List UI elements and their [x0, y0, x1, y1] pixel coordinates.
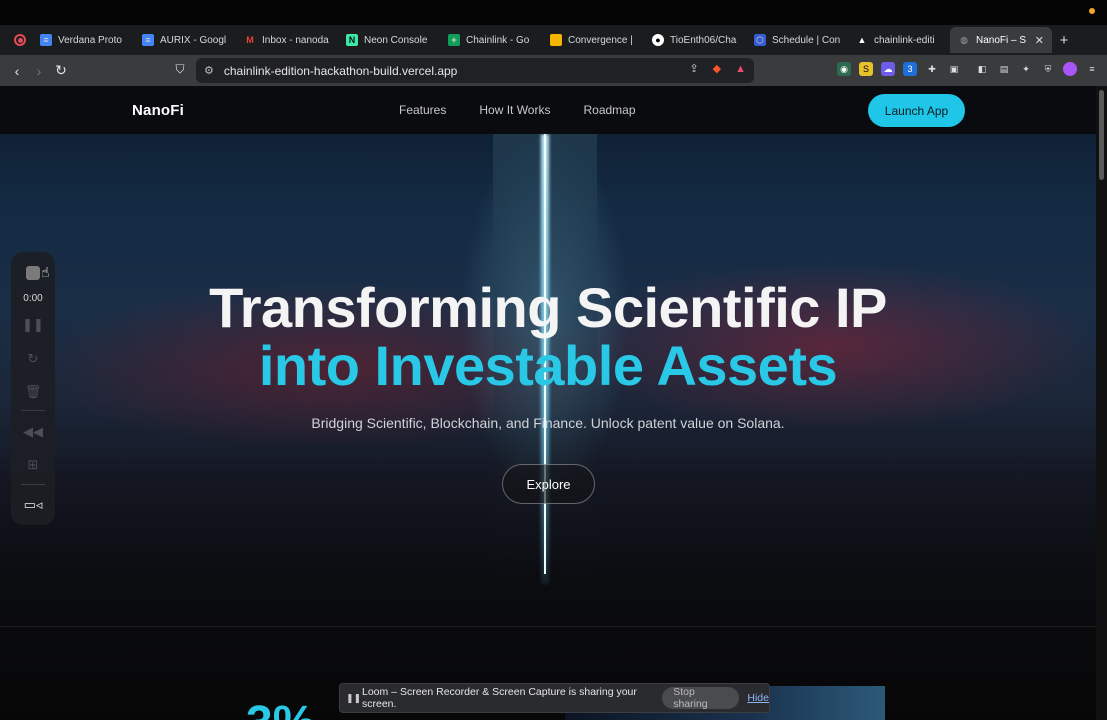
rewind-icon[interactable]: ◀◀: [11, 424, 55, 440]
tab-neon-console[interactable]: N Neon Console: [338, 27, 440, 53]
screen-sharing-banner: ❚❚ Loom – Screen Recorder & Screen Captu…: [339, 683, 770, 713]
new-tab-button[interactable]: +: [1052, 32, 1076, 49]
scrollbar-thumb[interactable]: [1099, 90, 1104, 180]
globe-icon: ◍: [960, 34, 968, 45]
github-icon: ●: [652, 34, 664, 46]
hero-subtitle: Bridging Scientific, Blockchain, and Fin…: [311, 415, 785, 431]
gmail-icon: M: [246, 35, 254, 45]
loom-control-panel: ☝ 0:00 ❚❚ ↻ 🗑 ◀◀ ⊞ ▭◃: [11, 252, 55, 525]
sidebar-toggle-icon[interactable]: ◧: [975, 62, 989, 76]
tab-verdana[interactable]: ≡ Verdana Proto: [32, 27, 134, 53]
back-icon[interactable]: ‹: [6, 63, 28, 79]
section-divider: [0, 626, 1096, 627]
stop-recording-button[interactable]: [26, 266, 40, 280]
google-slides-icon: [550, 34, 562, 46]
nav-how-it-works-link[interactable]: How It Works: [479, 103, 550, 117]
google-sheets-icon: +: [448, 34, 460, 46]
grid-icon[interactable]: ⊞: [11, 457, 55, 473]
chainlink-icon: ⬡: [754, 34, 766, 46]
site-logo[interactable]: NanoFi: [132, 102, 184, 119]
tab-chainlink-sheet[interactable]: + Chainlink - Go: [440, 27, 542, 53]
tab-github[interactable]: ● TioEnth06/Cha: [644, 27, 746, 53]
url-text: chainlink-edition-hackathon-build.vercel…: [223, 63, 458, 78]
stat-percentage: 3%: [246, 696, 315, 720]
explore-button[interactable]: Explore: [502, 464, 595, 504]
stop-sharing-button[interactable]: Stop sharing: [662, 686, 740, 710]
google-docs-icon: ≡: [142, 34, 154, 46]
recording-timer: 0:00: [23, 293, 43, 304]
extensions-puzzle-icon[interactable]: ✚: [925, 62, 939, 76]
vercel-icon: ▲: [857, 35, 867, 45]
window-title-bar: [0, 0, 1107, 25]
screenshot-icon[interactable]: ▣: [947, 62, 961, 76]
tab-convergence[interactable]: Convergence |: [542, 27, 644, 53]
pause-icon[interactable]: ❚❚: [11, 317, 55, 333]
extension-3-icon[interactable]: ☁: [881, 62, 895, 76]
loom-separator: [21, 410, 45, 411]
hide-banner-link[interactable]: Hide: [747, 692, 769, 704]
forward-icon[interactable]: ›: [28, 63, 50, 79]
hero-heading-line1: Transforming Scientific IP: [209, 276, 887, 339]
camera-icon[interactable]: ▭◃: [11, 497, 55, 513]
reload-icon[interactable]: ↻: [50, 62, 72, 79]
brave-rewards-icon[interactable]: ▲: [735, 63, 746, 75]
hand-cursor-icon: ☝: [41, 264, 50, 280]
web-page: NanoFi Features How It Works Roadmap Lau…: [0, 86, 1107, 720]
bookmark-icon[interactable]: ⛉: [169, 62, 191, 77]
close-tab-icon[interactable]: ✕: [1035, 34, 1044, 47]
delete-icon[interactable]: 🗑: [11, 384, 55, 400]
sharing-message: Loom – Screen Recorder & Screen Capture …: [362, 686, 637, 710]
google-docs-icon: ≡: [40, 34, 52, 46]
tab-nanofi[interactable]: ◍ NanoFi – S ✕: [950, 27, 1052, 53]
address-bar[interactable]: ⚙ chainlink-edition-hackathon-build.verc…: [196, 58, 754, 83]
extension-2-icon[interactable]: S: [859, 62, 873, 76]
site-navbar: NanoFi Features How It Works Roadmap Lau…: [0, 86, 1096, 134]
vpn-icon[interactable]: ⛨: [1041, 62, 1055, 76]
recording-indicator-dot: [1089, 8, 1095, 14]
tab-inbox[interactable]: M Inbox - nanoda: [236, 27, 338, 53]
tab-aurix[interactable]: ≡ AURIX - Googl: [134, 27, 236, 53]
launch-app-button[interactable]: Launch App: [868, 94, 965, 127]
loom-separator: [21, 484, 45, 485]
wallet-icon[interactable]: ▤: [997, 62, 1011, 76]
extension-4-icon[interactable]: 3: [903, 62, 917, 76]
browser-toolbar: ‹ › ↻ ⛉ ⚙ chainlink-edition-hackathon-bu…: [0, 55, 1107, 86]
restart-icon[interactable]: ↻: [11, 351, 55, 367]
tab-strip: ≡ Verdana Proto ≡ AURIX - Googl M Inbox …: [0, 25, 1107, 55]
brave-shields-icon[interactable]: ◆: [713, 62, 721, 75]
extensions-bar: ◉ S ☁ 3 ✚ ▣ ◧ ▤ ✦ ⛨ ≡: [837, 62, 1099, 76]
leo-ai-icon[interactable]: ✦: [1019, 62, 1033, 76]
profile-avatar-icon[interactable]: [1063, 62, 1077, 76]
loom-recording-icon[interactable]: [8, 34, 32, 46]
nav-roadmap-link[interactable]: Roadmap: [583, 103, 635, 117]
hero-heading-line2: into Investable Assets: [258, 334, 838, 397]
page-scrollbar[interactable]: [1096, 86, 1107, 720]
site-nav-links: Features How It Works Roadmap: [399, 103, 636, 117]
tab-schedule[interactable]: ⬡ Schedule | Con: [746, 27, 848, 53]
site-settings-icon[interactable]: ⚙: [204, 64, 214, 77]
tab-chainlink-edition[interactable]: ▲ chainlink-editi: [848, 27, 950, 53]
nav-features-link[interactable]: Features: [399, 103, 446, 117]
neon-icon: N: [346, 34, 358, 46]
drag-handle-icon[interactable]: ❚❚: [346, 693, 361, 704]
extension-1-icon[interactable]: ◉: [837, 62, 851, 76]
share-icon[interactable]: ⇪: [689, 62, 698, 75]
menu-icon[interactable]: ≡: [1085, 62, 1099, 76]
